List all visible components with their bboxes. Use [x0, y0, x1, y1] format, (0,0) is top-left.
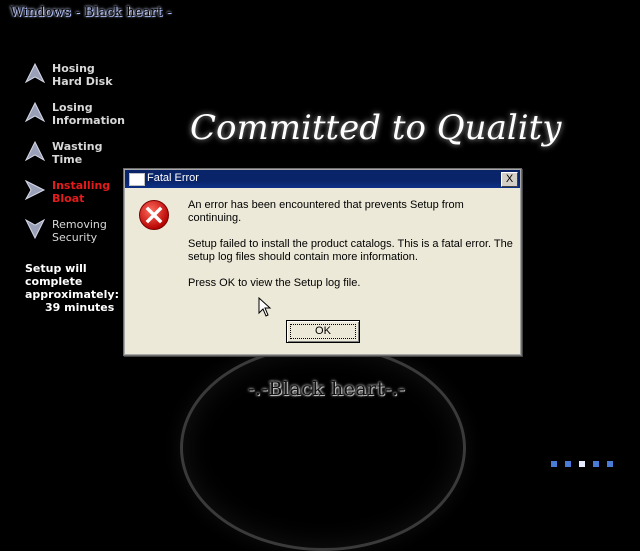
progress-dot — [607, 461, 613, 467]
close-icon: X — [505, 173, 514, 185]
brand-text: -.-Black heart-.- — [248, 378, 406, 400]
close-button[interactable]: X — [501, 172, 518, 187]
dialog-message: An error has been encountered that preve… — [188, 199, 518, 303]
fatal-error-dialog: Fatal Error X An error has been encounte… — [123, 168, 522, 356]
message-text: Press OK to view the Setup log file. — [188, 277, 361, 289]
banner-text: Committed to Quality — [190, 108, 562, 148]
progress-dot — [551, 461, 557, 467]
ok-button[interactable]: OK — [286, 320, 360, 343]
step-label: Hosing Hard Disk — [52, 62, 113, 88]
arrow-up-icon — [24, 62, 46, 84]
windows-title: Windows - Black heart - — [10, 5, 172, 20]
step-label: Losing Information — [52, 101, 125, 127]
progress-dot — [593, 461, 599, 467]
progress-dot — [565, 461, 571, 467]
progress-dots — [551, 461, 613, 467]
window-icon — [129, 173, 145, 186]
message-text: An error has been encountered that preve… — [188, 199, 464, 224]
dialog-title: Fatal Error — [147, 172, 199, 184]
message-text: Setup failed to install the product cata… — [188, 238, 513, 263]
arrow-up-icon — [24, 140, 46, 162]
mouse-cursor-icon — [258, 297, 272, 317]
setup-time-estimate: Setup will complete approximately: 39 mi… — [25, 262, 119, 314]
error-icon — [139, 200, 169, 230]
arrow-down-icon — [24, 218, 46, 240]
arrow-up-icon — [24, 101, 46, 123]
dialog-titlebar[interactable]: Fatal Error X — [125, 170, 520, 188]
progress-dot — [579, 461, 585, 467]
step-label: Wasting Time — [52, 140, 103, 166]
focus-rect — [290, 324, 356, 339]
background-arc — [180, 345, 466, 551]
arrow-right-icon — [24, 179, 46, 201]
